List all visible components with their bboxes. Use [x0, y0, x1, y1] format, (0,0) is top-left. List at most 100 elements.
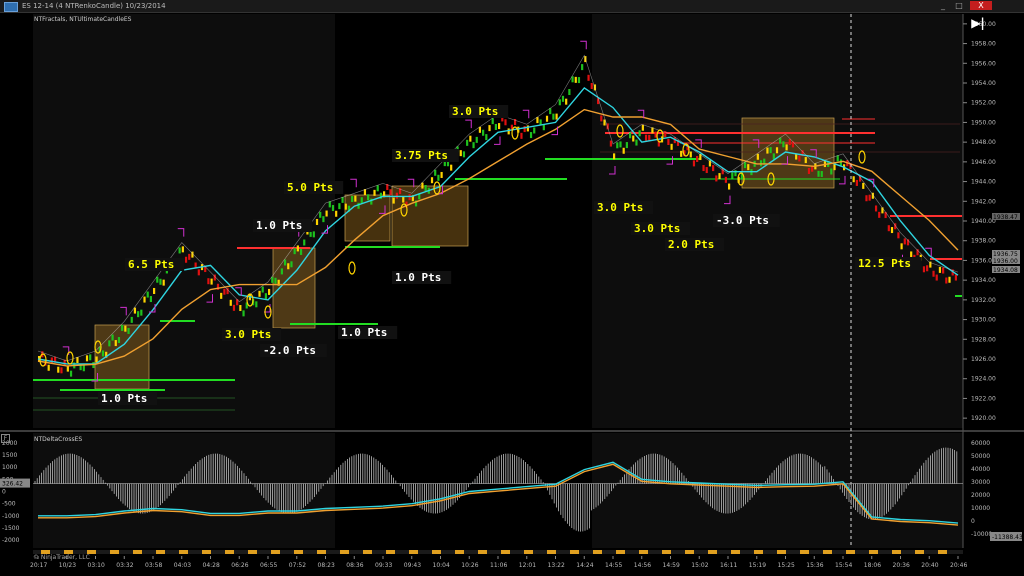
- renko-brick: [948, 276, 951, 283]
- renko-brick: [680, 150, 683, 157]
- panel-settings-icon[interactable]: F: [1, 434, 10, 443]
- close-button[interactable]: X: [970, 1, 992, 10]
- renko-brick: [555, 113, 558, 120]
- trade-strip-mark: [754, 550, 763, 554]
- price-marker-label: 1936.75: [993, 251, 1018, 258]
- trade-label: 1.0 Pts: [256, 219, 302, 232]
- price-tick-label: 1922.00: [971, 395, 996, 402]
- time-tick-label: 14:59: [663, 562, 680, 569]
- osc-left-tick-label: -2000: [2, 537, 20, 544]
- renko-brick: [367, 194, 370, 201]
- renko-brick: [865, 195, 868, 202]
- renko-brick: [89, 354, 92, 361]
- trade-strip-mark: [363, 550, 372, 554]
- renko-brick: [360, 197, 363, 204]
- renko-brick: [328, 201, 331, 208]
- renko-brick: [820, 171, 823, 178]
- renko-brick: [798, 155, 801, 162]
- osc-right-tick-label: 60000: [971, 440, 990, 447]
- trade-strip-mark: [409, 550, 418, 554]
- scroll-to-end-icon[interactable]: ▶|: [970, 16, 986, 30]
- price-tick-label: 1956.00: [971, 60, 996, 67]
- renko-brick: [469, 135, 472, 142]
- trade-strip-mark: [156, 550, 165, 554]
- osc-left-tick-label: -1500: [2, 525, 20, 532]
- trade-label: 3.75 Pts: [395, 149, 448, 162]
- osc-left-tick-label: -1000: [2, 513, 20, 520]
- renko-brick: [667, 138, 670, 145]
- renko-brick: [357, 202, 360, 209]
- trade-strip-mark: [662, 550, 671, 554]
- time-tick-label: 20:17: [30, 562, 47, 569]
- time-tick-label: 10/23: [59, 562, 76, 569]
- renko-brick: [705, 167, 708, 174]
- trade-strip-mark: [478, 550, 487, 554]
- renko-brick: [392, 197, 395, 204]
- trade-strip-mark: [915, 550, 924, 554]
- renko-brick: [922, 266, 926, 273]
- renko-brick: [587, 74, 590, 81]
- trade-label: 2.0 Pts: [668, 238, 714, 251]
- renko-brick: [430, 177, 434, 184]
- renko-brick: [498, 123, 501, 130]
- renko-brick: [526, 125, 529, 132]
- trade-label: 3.0 Pts: [452, 105, 498, 118]
- price-tick-label: 1946.00: [971, 159, 996, 166]
- trade-label: -2.0 Pts: [263, 344, 316, 357]
- trade-strip-mark: [340, 550, 349, 554]
- trade-strip-mark: [938, 550, 947, 554]
- renko-brick: [689, 151, 692, 158]
- trade-strip-mark: [800, 550, 809, 554]
- renko-brick: [268, 288, 271, 295]
- renko-brick: [472, 142, 475, 149]
- renko-brick: [117, 337, 121, 344]
- renko-brick: [536, 117, 539, 124]
- renko-chart[interactable]: 1920.00 1922.00 1924.00 1926.00 1928.00 1930.…: [0, 12, 1024, 576]
- renko-brick: [280, 268, 283, 275]
- time-tick-label: 20:46: [950, 562, 967, 569]
- price-tick-label: 1932.00: [971, 297, 996, 304]
- price-tick-label: 1942.00: [971, 198, 996, 205]
- renko-brick: [903, 238, 906, 245]
- trade-label: 6.5 Pts: [128, 258, 174, 271]
- time-tick-label: 14:56: [634, 562, 651, 569]
- renko-brick: [766, 147, 769, 154]
- trade-strip-mark: [846, 550, 855, 554]
- trade-label: 3.0 Pts: [634, 222, 680, 235]
- renko-brick: [450, 164, 453, 171]
- renko-brick: [402, 196, 405, 203]
- trade-label: 12.5 Pts: [858, 257, 911, 270]
- trade-strip-mark: [823, 550, 832, 554]
- renko-brick: [69, 370, 73, 377]
- renko-brick: [878, 211, 881, 218]
- renko-brick: [162, 279, 165, 286]
- trade-strip-mark: [570, 550, 579, 554]
- trade-strip-mark: [547, 550, 556, 554]
- renko-brick: [897, 232, 900, 239]
- renko-brick: [488, 125, 491, 132]
- osc-right-tick-label: 50000: [971, 453, 990, 460]
- renko-brick: [830, 168, 833, 175]
- renko-brick: [807, 167, 811, 174]
- renko-brick: [287, 263, 290, 270]
- trade-strip-mark: [386, 550, 395, 554]
- renko-brick: [149, 296, 153, 303]
- time-tick-label: 15:36: [806, 562, 823, 569]
- price-tick-label: 1952.00: [971, 100, 996, 107]
- renko-brick: [533, 127, 536, 134]
- renko-brick: [833, 164, 836, 171]
- renko-brick: [338, 203, 341, 210]
- maximize-button[interactable]: □: [952, 1, 966, 10]
- renko-brick: [424, 185, 427, 192]
- osc-right-value-label: -11388.43: [992, 534, 1023, 541]
- minimize-button[interactable]: _: [936, 1, 950, 10]
- trade-strip-mark: [248, 550, 257, 554]
- trade-label: 5.0 Pts: [287, 181, 333, 194]
- renko-brick: [887, 225, 890, 232]
- osc-right-tick-label: 20000: [971, 492, 990, 499]
- trade-strip-mark: [869, 550, 878, 554]
- renko-brick: [181, 246, 184, 253]
- renko-brick: [558, 99, 561, 106]
- renko-brick: [85, 355, 89, 362]
- price-tick-label: 1954.00: [971, 80, 996, 87]
